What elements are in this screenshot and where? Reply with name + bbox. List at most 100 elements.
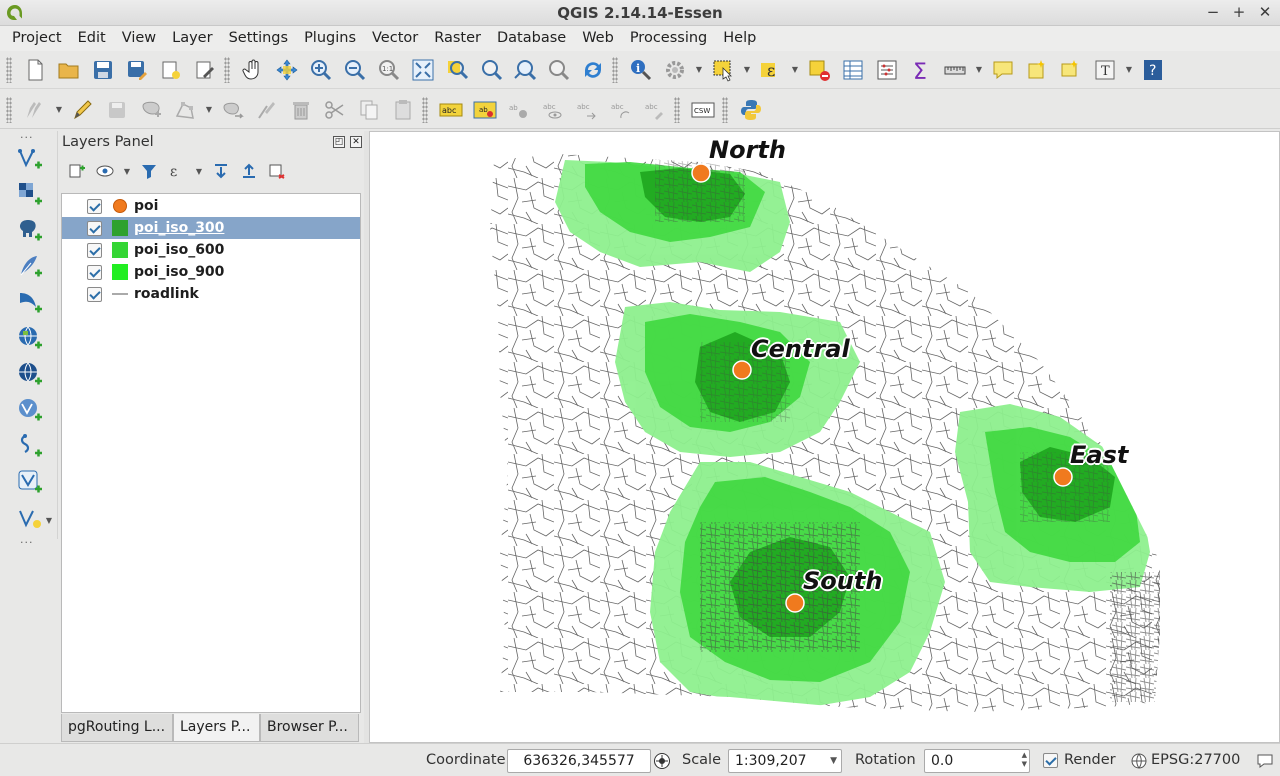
- chevron-down-icon[interactable]: ▼: [204, 105, 214, 114]
- copy-features-button[interactable]: [354, 95, 384, 125]
- zoom-out-button[interactable]: [340, 55, 370, 85]
- layer-visibility-checkbox[interactable]: [87, 264, 102, 280]
- add-feature-button[interactable]: [136, 95, 166, 125]
- add-vector-layer-button[interactable]: [15, 143, 45, 173]
- layer-labeling-button[interactable]: abc: [436, 95, 466, 125]
- toggle-editing-button[interactable]: [68, 95, 98, 125]
- new-bookmark-button[interactable]: [1022, 55, 1052, 85]
- menu-vector[interactable]: Vector: [364, 26, 426, 51]
- pin-labels-button[interactable]: ab: [504, 95, 534, 125]
- layer-visibility-checkbox[interactable]: [87, 220, 102, 236]
- change-label-button[interactable]: abc: [640, 95, 670, 125]
- identify-features-button[interactable]: i: [626, 55, 656, 85]
- toolbox-button[interactable]: [872, 55, 902, 85]
- filter-by-expression-button[interactable]: ε: [166, 160, 188, 182]
- crs-label[interactable]: EPSG:27700: [1151, 752, 1240, 768]
- add-spatialite-layer-button[interactable]: [15, 251, 45, 281]
- collapse-all-button[interactable]: [238, 160, 260, 182]
- add-wcs-layer-button[interactable]: [15, 359, 45, 389]
- save-layer-edits-button[interactable]: [102, 95, 132, 125]
- menu-database[interactable]: Database: [489, 26, 574, 51]
- poi-marker-north[interactable]: [691, 163, 711, 183]
- messages-button[interactable]: [1256, 752, 1274, 770]
- close-button[interactable]: ✕: [1256, 2, 1274, 22]
- run-feature-action-button[interactable]: [660, 55, 690, 85]
- node-edit-button[interactable]: [252, 95, 282, 125]
- open-attribute-table-button[interactable]: [838, 55, 868, 85]
- layer-row-poi-iso-600[interactable]: poi_iso_600: [62, 239, 360, 261]
- toolbar-grip[interactable]: [674, 96, 680, 123]
- close-panel-button[interactable]: ✕: [350, 136, 362, 148]
- toolbar-grip[interactable]: [722, 96, 728, 123]
- metasearch-csw-button[interactable]: CSW: [688, 95, 718, 125]
- map-canvas[interactable]: North Central East South: [369, 131, 1280, 743]
- move-label-button[interactable]: abc: [572, 95, 602, 125]
- zoom-native-button[interactable]: 1:1: [374, 55, 404, 85]
- new-print-composer-button[interactable]: [156, 55, 186, 85]
- tab-browser-panel[interactable]: Browser P...: [260, 714, 359, 742]
- select-by-expression-button[interactable]: ε: [756, 55, 786, 85]
- layer-diagram-button[interactable]: ab: [470, 95, 500, 125]
- toolbar-grip[interactable]: [6, 56, 12, 83]
- manage-visibility-button[interactable]: [94, 160, 116, 182]
- show-hide-labels-button[interactable]: abc: [538, 95, 568, 125]
- toolbar-grip[interactable]: [612, 56, 618, 83]
- map-tips-button[interactable]: [988, 55, 1018, 85]
- pan-to-selection-button[interactable]: [272, 55, 302, 85]
- expand-all-button[interactable]: [210, 160, 232, 182]
- chevron-down-icon[interactable]: ▼: [122, 167, 132, 176]
- text-annotation-button[interactable]: T: [1090, 55, 1120, 85]
- new-shapefile-layer-button[interactable]: [15, 503, 45, 533]
- coordinate-field[interactable]: 636326,345577: [507, 749, 651, 773]
- add-postgis-layer-button[interactable]: [15, 215, 45, 245]
- chevron-down-icon[interactable]: ▼: [694, 65, 704, 74]
- zoom-next-button[interactable]: [544, 55, 574, 85]
- toolbar-grip[interactable]: [6, 96, 12, 123]
- toolbar-grip[interactable]: [422, 96, 428, 123]
- select-features-button[interactable]: [708, 55, 738, 85]
- remove-layer-button[interactable]: [266, 160, 288, 182]
- zoom-to-selection-button[interactable]: [442, 55, 472, 85]
- filter-legend-button[interactable]: [138, 160, 160, 182]
- delete-selected-button[interactable]: [286, 95, 316, 125]
- minimize-button[interactable]: −: [1204, 2, 1222, 22]
- whats-this-button[interactable]: ?: [1138, 55, 1168, 85]
- chevron-down-icon[interactable]: ▼: [742, 65, 752, 74]
- move-feature-button[interactable]: [218, 95, 248, 125]
- chevron-down-icon[interactable]: ▼: [44, 516, 54, 525]
- layer-visibility-checkbox[interactable]: [87, 242, 102, 258]
- zoom-last-button[interactable]: [510, 55, 540, 85]
- poi-marker-east[interactable]: [1053, 467, 1073, 487]
- save-as-button[interactable]: [122, 55, 152, 85]
- deselect-all-button[interactable]: [804, 55, 834, 85]
- menu-help[interactable]: Help: [715, 26, 764, 51]
- poi-marker-central[interactable]: [732, 360, 752, 380]
- tab-pgrouting-layers[interactable]: pgRouting L...: [61, 714, 173, 742]
- zoom-in-button[interactable]: [306, 55, 336, 85]
- menu-processing[interactable]: Processing: [622, 26, 715, 51]
- measure-line-button[interactable]: [940, 55, 970, 85]
- pan-map-button[interactable]: [238, 55, 268, 85]
- chevron-down-icon[interactable]: ▼: [54, 105, 64, 114]
- zoom-to-layer-button[interactable]: [476, 55, 506, 85]
- node-tool-button[interactable]: [170, 95, 200, 125]
- add-delimited-text-layer-button[interactable]: [15, 431, 45, 461]
- cut-features-button[interactable]: [320, 95, 350, 125]
- toggle-extents-button[interactable]: [653, 752, 671, 770]
- new-project-button[interactable]: [20, 55, 50, 85]
- toolbar-grip[interactable]: [224, 56, 230, 83]
- rotation-spinbox[interactable]: 0.0 ▲ ▼: [924, 749, 1030, 773]
- layer-row-poi-iso-900[interactable]: poi_iso_900: [62, 261, 360, 283]
- poi-marker-south[interactable]: [785, 593, 805, 613]
- open-project-button[interactable]: [54, 55, 84, 85]
- python-console-button[interactable]: [736, 95, 766, 125]
- add-virtual-layer-button[interactable]: [15, 467, 45, 497]
- layer-row-roadlink[interactable]: roadlink: [62, 283, 360, 305]
- tab-layers-panel[interactable]: Layers P...: [173, 714, 260, 742]
- add-wfs-layer-button[interactable]: [15, 395, 45, 425]
- menu-edit[interactable]: Edit: [70, 26, 114, 51]
- zoom-full-button[interactable]: [408, 55, 438, 85]
- crs-button-icon-wrap[interactable]: [1131, 753, 1147, 769]
- menu-layer[interactable]: Layer: [164, 26, 220, 51]
- rotate-label-button[interactable]: abc: [606, 95, 636, 125]
